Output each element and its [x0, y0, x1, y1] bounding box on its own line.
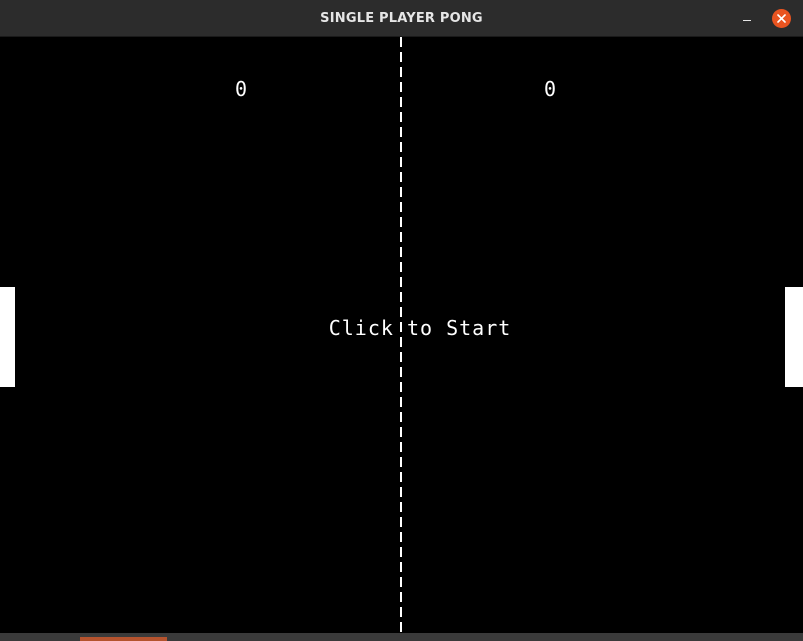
click-to-start-message[interactable]: Click to Start: [320, 315, 520, 341]
window-title: SINGLE PLAYER PONG: [320, 11, 483, 26]
taskbar-accent: [80, 637, 167, 641]
left-paddle: [0, 287, 15, 387]
score-left: 0: [234, 77, 248, 101]
close-button[interactable]: [772, 9, 791, 28]
minimize-icon: [743, 20, 751, 21]
score-right: 0: [543, 77, 557, 101]
game-canvas[interactable]: 0 0 Click to Start: [0, 37, 803, 633]
close-icon: [777, 14, 786, 23]
right-paddle: [785, 287, 803, 387]
minimize-button[interactable]: [738, 10, 756, 28]
titlebar[interactable]: SINGLE PLAYER PONG: [0, 0, 803, 37]
game-window: SINGLE PLAYER PONG 0 0 Click to Start: [0, 0, 803, 641]
